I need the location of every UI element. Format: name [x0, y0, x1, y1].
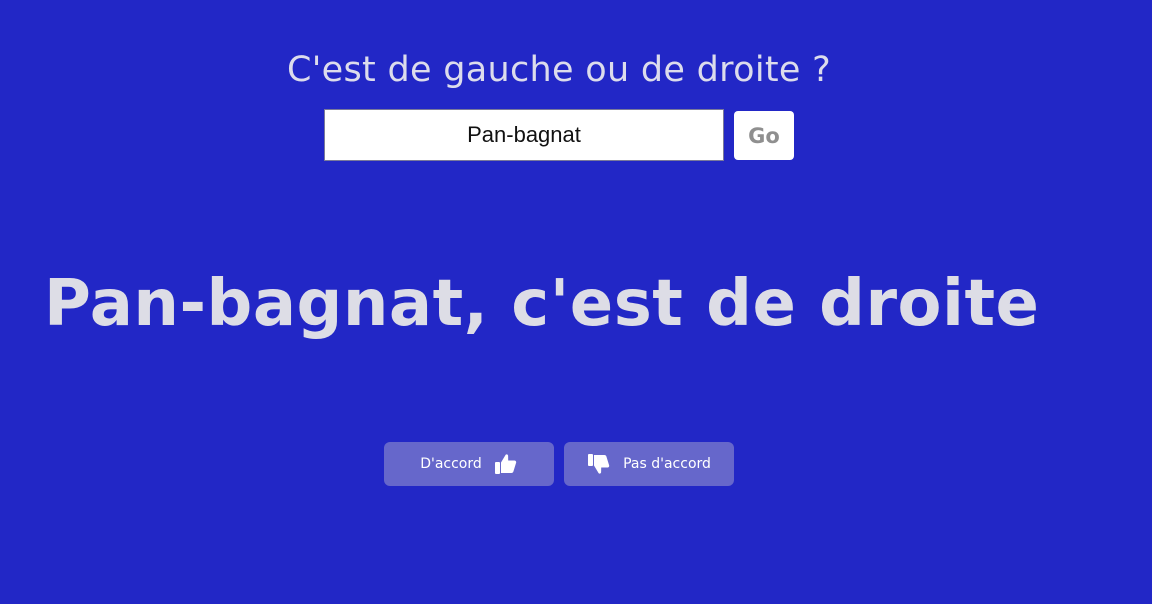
- disagree-label: Pas d'accord: [623, 456, 711, 472]
- page-question: C'est de gauche ou de droite ?: [286, 50, 831, 90]
- verdict-title: Pan-bagnat, c'est de droite: [44, 267, 1040, 341]
- page: C'est de gauche ou de droite ? Go Pan-ba…: [0, 0, 1152, 604]
- agree-label: D'accord: [420, 456, 482, 472]
- search-input[interactable]: [324, 109, 724, 161]
- thumbs-up-icon: [494, 452, 518, 476]
- agree-button[interactable]: D'accord: [384, 442, 554, 486]
- go-button[interactable]: Go: [734, 111, 794, 160]
- thumbs-down-icon: [587, 452, 611, 476]
- disagree-button[interactable]: Pas d'accord: [564, 442, 734, 486]
